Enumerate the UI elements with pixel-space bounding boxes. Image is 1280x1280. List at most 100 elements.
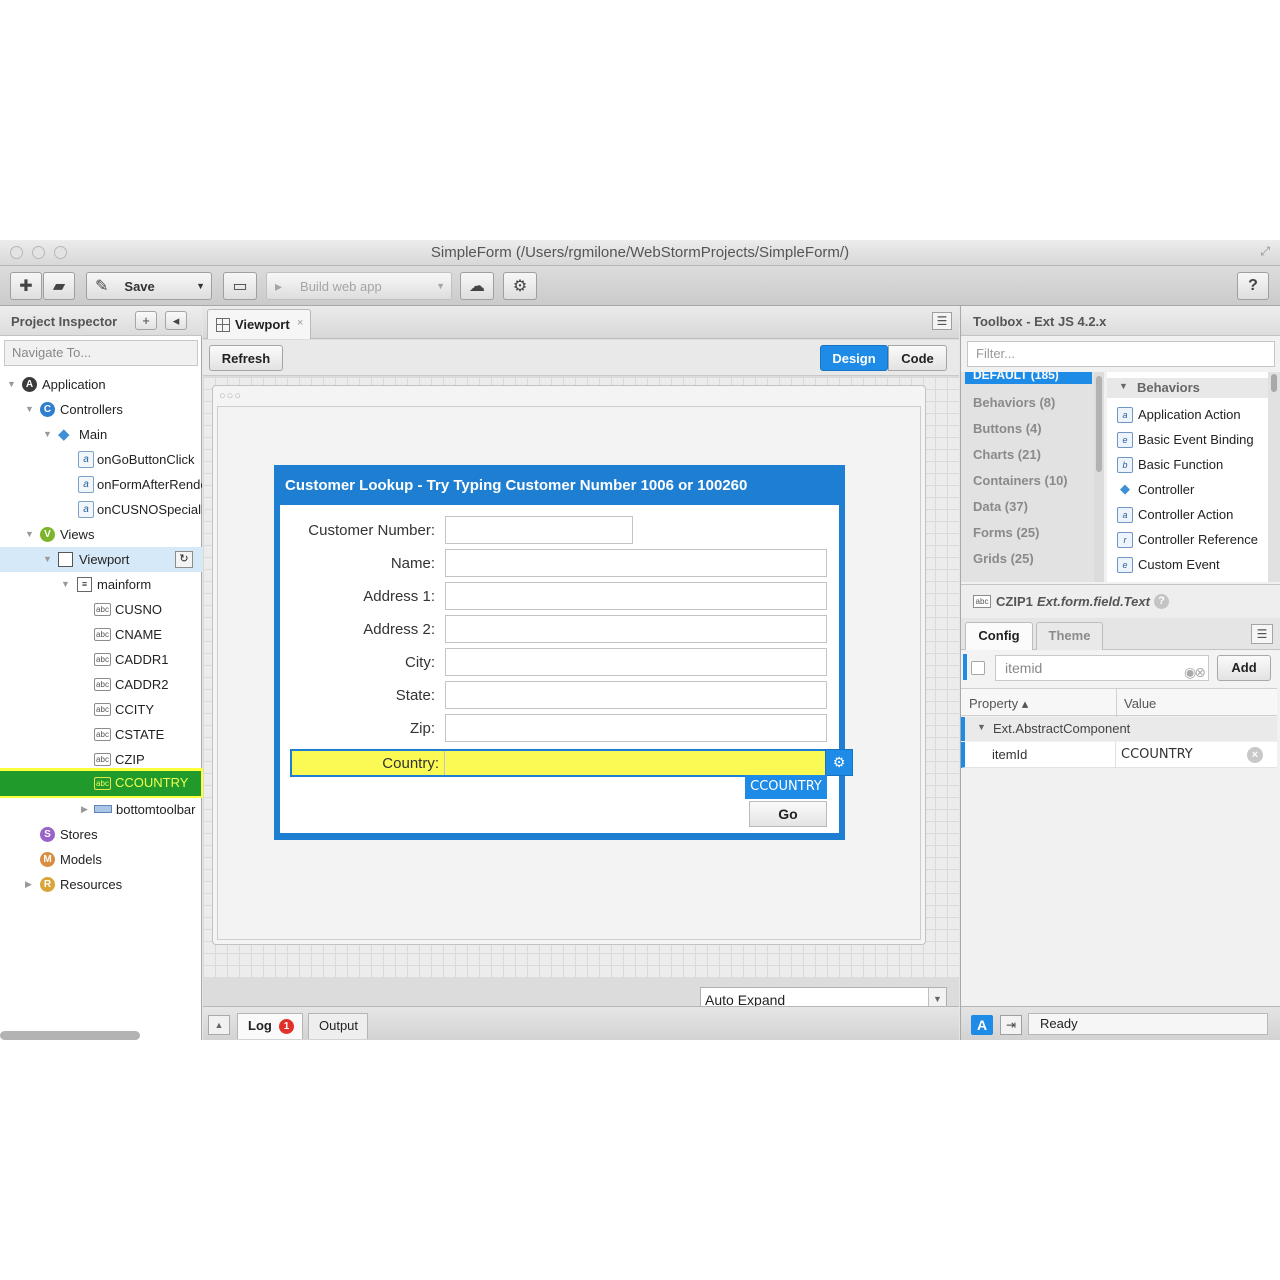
- category-item[interactable]: Containers (10): [973, 473, 1068, 488]
- tree-node-main[interactable]: ▼ ◆ Main: [0, 422, 202, 447]
- tree-node-fn-oncusnospecialkey[interactable]: a onCUSNOSpecialkey: [0, 497, 202, 522]
- export-button[interactable]: ⇥: [1000, 1015, 1022, 1035]
- category-item[interactable]: Data (37): [973, 499, 1028, 514]
- expand-triangle-icon[interactable]: ▼: [25, 397, 34, 422]
- category-item[interactable]: Grids (25): [973, 551, 1034, 566]
- tree-node-application[interactable]: ▼ A Application: [0, 372, 202, 397]
- chevron-down-icon[interactable]: ▼: [977, 722, 986, 732]
- scroll-thumb[interactable]: [1096, 376, 1102, 472]
- tab-menu-button[interactable]: ☰: [932, 312, 952, 330]
- expand-triangle-icon[interactable]: ▼: [25, 522, 34, 547]
- close-tab-icon[interactable]: ×: [297, 317, 303, 329]
- expand-triangle-icon[interactable]: ▼: [61, 572, 70, 597]
- refresh-button[interactable]: Refresh: [209, 345, 283, 371]
- toolbox-item[interactable]: ◆ Controller: [1107, 477, 1268, 502]
- preview-button[interactable]: ▭: [223, 272, 257, 300]
- toolbox-filter-input[interactable]: Filter...: [967, 341, 1275, 367]
- horizontal-scrollbar[interactable]: [0, 1031, 140, 1040]
- toolbox-item[interactable]: b Basic Function: [1107, 452, 1268, 477]
- address2-input[interactable]: [445, 615, 827, 643]
- navigate-to-input[interactable]: Navigate To...: [4, 340, 198, 366]
- tab-viewport[interactable]: Viewport ×: [207, 309, 311, 339]
- toolbox-item[interactable]: e Custom Event: [1107, 552, 1268, 577]
- property-value[interactable]: CCOUNTRY: [1121, 747, 1193, 762]
- remove-icon[interactable]: ×: [1247, 747, 1263, 763]
- city-input[interactable]: [445, 648, 827, 676]
- tab-theme[interactable]: Theme: [1036, 622, 1103, 650]
- country-input[interactable]: [444, 751, 827, 775]
- tree-node-caddr2[interactable]: abc CADDR2: [0, 672, 202, 697]
- value-column-header[interactable]: Value: [1124, 696, 1156, 711]
- save-button[interactable]: ✎ Save ▼: [86, 272, 212, 300]
- deploy-button[interactable]: ☁: [460, 272, 494, 300]
- expand-triangle-icon[interactable]: ▼: [43, 422, 52, 447]
- tree-node-resources[interactable]: ▶ R Resources: [0, 872, 202, 897]
- expand-triangle-icon[interactable]: ▼: [7, 372, 16, 397]
- settings-button[interactable]: ⚙: [503, 272, 537, 300]
- add-config-button[interactable]: Add: [1217, 655, 1271, 681]
- clear-icon[interactable]: ◉⊗: [1184, 660, 1206, 684]
- tree-node-caddr1[interactable]: abc CADDR1: [0, 647, 202, 672]
- name-input[interactable]: [445, 549, 827, 577]
- component-config-button[interactable]: ⚙: [825, 749, 853, 776]
- config-search-input[interactable]: itemid ◉⊗: [995, 655, 1209, 681]
- add-button[interactable]: +: [135, 311, 157, 330]
- toolbox-item[interactable]: a Controller Action: [1107, 502, 1268, 527]
- app-status-button[interactable]: A: [971, 1015, 993, 1035]
- expand-triangle-icon[interactable]: ▶: [81, 797, 88, 822]
- new-project-button[interactable]: ✚: [10, 272, 42, 300]
- fullscreen-icon[interactable]: ⤢: [1260, 244, 1270, 259]
- tree-node-stores[interactable]: S Stores: [0, 822, 202, 847]
- expand-triangle-icon[interactable]: ▶: [25, 872, 32, 897]
- scroll-thumb[interactable]: [1271, 374, 1277, 392]
- tree-node-ccountry[interactable]: abc CCOUNTRY: [0, 771, 201, 796]
- address1-input[interactable]: [445, 582, 827, 610]
- help-icon[interactable]: ?: [1154, 594, 1169, 609]
- tree-node-controllers[interactable]: ▼ C Controllers: [0, 397, 202, 422]
- tree-node-cname[interactable]: abc CNAME: [0, 622, 202, 647]
- tree-node-fn-ongobuttonclick[interactable]: a onGoButtonClick: [0, 447, 202, 472]
- tree-node-mainform[interactable]: ▼ ≡ mainform: [0, 572, 202, 597]
- property-group-row[interactable]: ▼ Ext.AbstractComponent: [961, 717, 1277, 741]
- open-project-button[interactable]: ▰: [43, 272, 75, 300]
- category-item[interactable]: Charts (21): [973, 447, 1041, 462]
- tab-output[interactable]: Output: [308, 1013, 368, 1039]
- customer-number-input[interactable]: [445, 516, 633, 544]
- toolbox-item[interactable]: r Controller Reference: [1107, 527, 1268, 552]
- country-field-selected[interactable]: Country:: [290, 749, 827, 777]
- zip-input[interactable]: [445, 714, 827, 742]
- state-input[interactable]: [445, 681, 827, 709]
- build-web-app-button[interactable]: ▸ Build web app ▼: [266, 272, 452, 300]
- expand-bottom-panel-button[interactable]: ▲: [208, 1015, 230, 1035]
- toolbox-item[interactable]: e Basic Event Binding: [1107, 427, 1268, 452]
- section-header[interactable]: ▼ Behaviors: [1107, 378, 1268, 398]
- tree-node-cusno[interactable]: abc CUSNO: [0, 597, 202, 622]
- category-item[interactable]: Forms (25): [973, 525, 1039, 540]
- tree-node-ccity[interactable]: abc CCITY: [0, 697, 202, 722]
- property-column-header[interactable]: Property ▴: [969, 696, 1028, 712]
- toolbox-item[interactable]: a Application Action: [1107, 402, 1268, 427]
- property-row[interactable]: itemId CCOUNTRY ×: [961, 742, 1277, 768]
- go-button[interactable]: Go: [749, 801, 827, 827]
- expand-triangle-icon[interactable]: ▼: [43, 547, 52, 572]
- items-scrollbar[interactable]: [1268, 372, 1280, 582]
- help-button[interactable]: ?: [1237, 272, 1269, 300]
- config-menu-button[interactable]: ☰: [1251, 624, 1273, 644]
- design-view-button[interactable]: Design: [820, 345, 888, 371]
- tab-config[interactable]: Config: [965, 622, 1033, 650]
- tree-node-fn-onformafterrender[interactable]: a onFormAfterRender: [0, 472, 202, 497]
- tree-node-views[interactable]: ▼ V Views: [0, 522, 202, 547]
- category-item[interactable]: Behaviors (8): [973, 395, 1055, 410]
- tree-node-viewport[interactable]: ▼ Viewport ↻: [0, 547, 202, 572]
- reload-icon[interactable]: ↻: [175, 551, 193, 568]
- category-item[interactable]: Buttons (4): [973, 421, 1042, 436]
- tree-node-cstate[interactable]: abc CSTATE: [0, 722, 202, 747]
- tab-log[interactable]: Log 1: [237, 1013, 303, 1039]
- tree-node-bottomtoolbar[interactable]: ▶ bottomtoolbar: [0, 797, 202, 822]
- show-all-checkbox[interactable]: [971, 661, 985, 675]
- tree-node-models[interactable]: M Models: [0, 847, 202, 872]
- category-default[interactable]: DEFAULT (185): [965, 372, 1092, 384]
- categories-scrollbar[interactable]: [1094, 372, 1104, 582]
- collapse-panel-button[interactable]: ◂: [165, 311, 187, 330]
- code-view-button[interactable]: Code: [888, 345, 947, 371]
